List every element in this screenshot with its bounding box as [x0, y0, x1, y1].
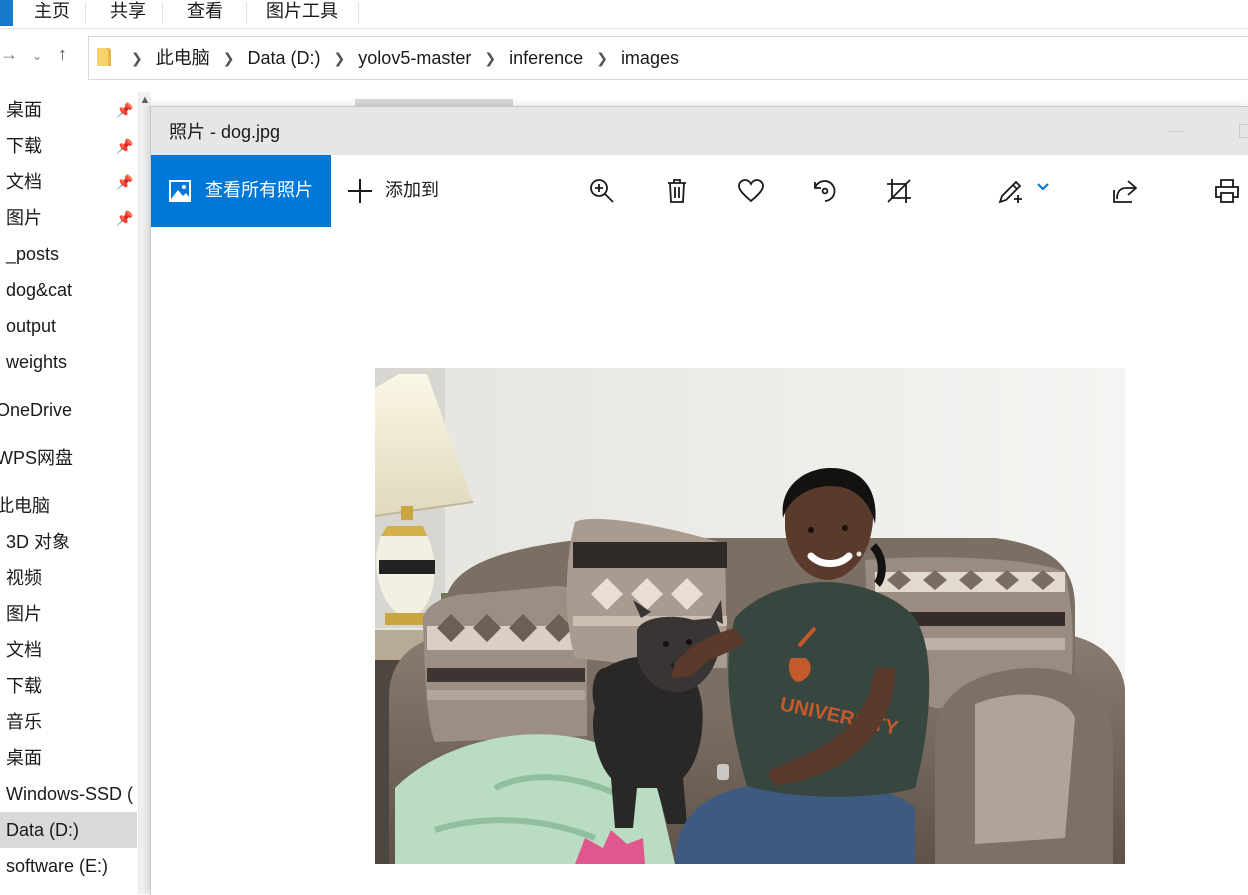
breadcrumb-separator-icon[interactable]: ❯: [334, 37, 346, 79]
recent-locations-chevron-icon[interactable]: ⌄: [32, 49, 42, 63]
nav-item-label: 文档: [6, 172, 42, 192]
forward-arrow-icon[interactable]: →: [0, 44, 18, 65]
nav-item-posts[interactable]: _posts: [0, 236, 137, 272]
nav-item-label: weights: [6, 352, 68, 372]
nav-item-label: 下载: [6, 136, 42, 156]
nav-item-pictures-quick[interactable]: 图片 📌: [0, 200, 137, 236]
breadcrumb-separator-icon[interactable]: ❯: [223, 37, 235, 79]
nav-item-documents-quick[interactable]: 文档 📌: [0, 164, 137, 200]
print-icon[interactable]: [1213, 177, 1241, 205]
breadcrumb: ❯ 此电脑 ❯ Data (D:) ❯ yolov5-master ❯ infe…: [123, 37, 679, 79]
pin-icon: 📌: [116, 210, 134, 226]
nav-item-music[interactable]: 音乐: [0, 704, 137, 740]
maximize-icon[interactable]: [1239, 124, 1248, 138]
nav-item-label: OneDrive: [0, 400, 73, 420]
ribbon-divider: [85, 2, 86, 24]
breadcrumb-separator-icon[interactable]: ❯: [484, 37, 496, 79]
nav-item-software-drive[interactable]: software (E:): [0, 848, 137, 884]
nav-item-label: 此电脑: [0, 496, 50, 516]
photo-canvas[interactable]: UNIVERSITY: [151, 227, 1248, 895]
file-tab[interactable]: [0, 0, 13, 26]
ribbon-divider: [358, 2, 359, 24]
breadcrumb-this-pc[interactable]: 此电脑: [156, 48, 210, 68]
nav-item-label: output: [6, 316, 57, 336]
nav-item-pictures[interactable]: 图片: [0, 596, 137, 632]
breadcrumb-inference[interactable]: inference: [509, 48, 583, 68]
ribbon-tab-picture-tools[interactable]: 图片工具: [266, 0, 338, 24]
nav-item-3d-objects[interactable]: 3D 对象: [0, 524, 137, 560]
nav-item-label: 文档: [6, 640, 42, 660]
navigation-row: → ⌄ ↑ ❯ 此电脑 ❯ Data (D:) ❯ yolov5-master …: [0, 36, 1248, 80]
nav-item-downloads[interactable]: 下载: [0, 668, 137, 704]
nav-item-documents[interactable]: 文档: [0, 632, 137, 668]
breadcrumb-data-drive[interactable]: Data (D:): [248, 48, 321, 68]
title-bar[interactable]: 照片 - dog.jpg: [151, 107, 1248, 155]
nav-item-desktop-quick[interactable]: 桌面 📌: [0, 92, 137, 128]
nav-item-label: 图片: [6, 604, 42, 624]
address-bar[interactable]: ❯ 此电脑 ❯ Data (D:) ❯ yolov5-master ❯ infe…: [88, 36, 1248, 80]
nav-item-label: 3D 对象: [6, 532, 71, 552]
nav-item-label: 桌面: [6, 100, 42, 120]
pin-icon: 📌: [116, 174, 134, 190]
nav-item-output[interactable]: output: [0, 308, 137, 344]
nav-item-label: _posts: [6, 244, 60, 264]
crop-icon[interactable]: [885, 177, 913, 205]
navigation-pane: 桌面 📌 下载 📌 文档 📌 图片 📌 _posts dog&cat outpu…: [0, 92, 140, 894]
nav-item-videos[interactable]: 视频: [0, 560, 137, 596]
delete-icon[interactable]: [663, 177, 691, 205]
breadcrumb-separator-icon[interactable]: ❯: [131, 37, 143, 79]
photos-toolbar: 查看所有照片 添加到: [151, 155, 1248, 227]
pin-icon: 📌: [116, 138, 134, 154]
nav-item-wps-cloud[interactable]: WPS网盘: [0, 440, 137, 476]
edit-create-icon[interactable]: [997, 177, 1025, 205]
nav-item-label: Data (D:): [6, 820, 80, 840]
ribbon-tab-share[interactable]: 共享: [110, 0, 146, 24]
window-title: 照片 - dog.jpg: [169, 122, 281, 142]
nav-item-label: Windows-SSD (: [6, 784, 134, 804]
gallery-icon: [169, 180, 191, 202]
ribbon-tab-home[interactable]: 主页: [34, 0, 70, 24]
nav-item-data-drive[interactable]: Data (D:): [0, 812, 137, 848]
dog-photo[interactable]: UNIVERSITY: [375, 368, 1125, 864]
nav-item-weights[interactable]: weights: [0, 344, 137, 380]
nav-item-windows-ssd[interactable]: Windows-SSD (: [0, 776, 137, 812]
plus-icon: [348, 179, 372, 203]
photos-app-window: 照片 - dog.jpg 查看所有照片 添加到 UNIVERSITY: [150, 106, 1248, 895]
rotate-icon[interactable]: [811, 177, 839, 205]
minimize-icon[interactable]: [1169, 131, 1183, 132]
nav-item-dog-cat[interactable]: dog&cat: [0, 272, 137, 308]
nav-item-label: 图片: [6, 208, 42, 228]
nav-item-this-pc[interactable]: 此电脑: [0, 488, 137, 524]
nav-item-label: 桌面: [6, 748, 42, 768]
ribbon-divider: [246, 2, 247, 24]
nav-item-label: dog&cat: [6, 280, 73, 300]
folder-icon: [97, 48, 111, 66]
ribbon-divider: [162, 2, 163, 24]
up-arrow-icon[interactable]: ↑: [58, 44, 67, 65]
explorer-ribbon: 主页 共享 查看 图片工具: [0, 0, 1248, 29]
pin-icon: 📌: [116, 102, 134, 118]
ribbon-tab-view[interactable]: 查看: [187, 0, 223, 24]
breadcrumb-yolov5-master[interactable]: yolov5-master: [358, 48, 471, 68]
view-all-photos-button[interactable]: 查看所有照片: [151, 155, 331, 227]
scroll-up-icon[interactable]: ▲: [139, 94, 151, 106]
nav-item-desktop[interactable]: 桌面: [0, 740, 137, 776]
nav-item-label: WPS网盘: [0, 448, 74, 468]
nav-item-downloads-quick[interactable]: 下载 📌: [0, 128, 137, 164]
breadcrumb-images[interactable]: images: [621, 48, 679, 68]
zoom-in-icon[interactable]: [588, 177, 616, 205]
add-to-label: 添加到: [385, 180, 439, 200]
breadcrumb-separator-icon[interactable]: ❯: [596, 37, 608, 79]
nav-item-label: 音乐: [6, 712, 42, 732]
nav-item-onedrive[interactable]: OneDrive: [0, 392, 137, 428]
edit-dropdown-chevron-icon[interactable]: [1035, 179, 1063, 207]
nav-item-label: software (E:): [6, 856, 109, 876]
nav-item-label: 下载: [6, 676, 42, 696]
favorite-heart-icon[interactable]: [737, 177, 765, 205]
view-all-photos-label: 查看所有照片: [205, 180, 313, 200]
share-icon[interactable]: [1111, 177, 1139, 205]
nav-item-label: 视频: [6, 568, 42, 588]
